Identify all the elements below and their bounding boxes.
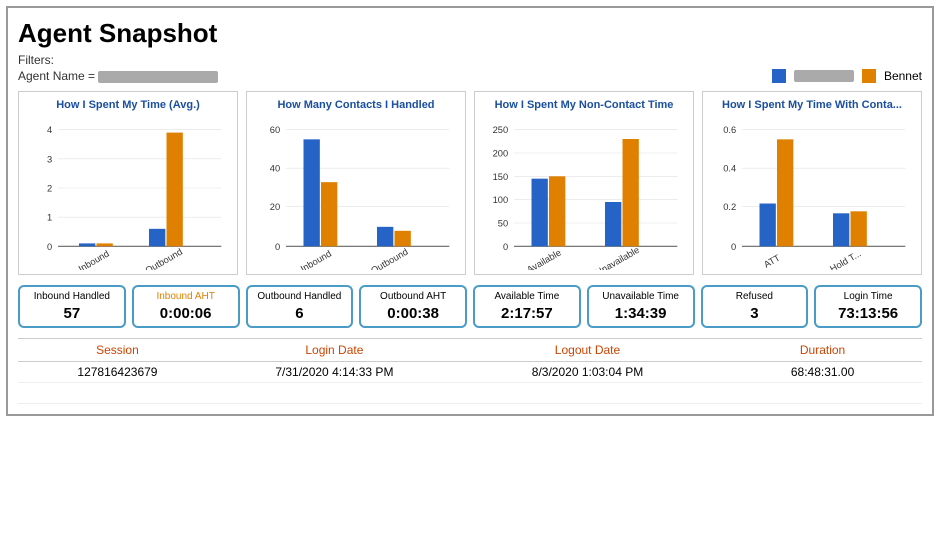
svg-text:20: 20	[270, 202, 280, 212]
stat-outbound-aht: Outbound AHT 0:00:38	[359, 285, 467, 328]
svg-text:4: 4	[47, 125, 52, 135]
stats-row: Inbound Handled 57 Inbound AHT 0:00:06 O…	[18, 285, 922, 328]
table-row	[18, 382, 922, 403]
svg-text:Available: Available	[525, 248, 563, 270]
stat-inbound-aht: Inbound AHT 0:00:06	[132, 285, 240, 328]
stat-login-time: Login Time 73:13:56	[814, 285, 922, 328]
chart-non-contact-time: How I Spent My Non-Contact Time 250 200 …	[474, 91, 694, 275]
svg-text:2: 2	[47, 184, 52, 194]
svg-text:50: 50	[498, 219, 508, 229]
stat-outbound-aht-label: Outbound AHT	[380, 291, 446, 303]
svg-text:200: 200	[493, 149, 509, 159]
svg-text:Hold T...: Hold T...	[828, 249, 862, 270]
svg-text:Outbound: Outbound	[144, 247, 184, 270]
svg-text:0: 0	[275, 242, 280, 252]
chart-time-with-contact-title: How I Spent My Time With Conta...	[707, 98, 917, 112]
charts-row: How I Spent My Time (Avg.) 4 3 2 1 0	[18, 91, 922, 275]
chart-legend: Bennet	[772, 69, 922, 83]
stat-outbound-handled: Outbound Handled 6	[246, 285, 354, 328]
chart-time-spent-svg: 4 3 2 1 0 Inbound Outbound	[23, 118, 233, 270]
svg-text:0: 0	[731, 242, 736, 252]
table-header-duration: Duration	[723, 338, 922, 361]
svg-text:0.4: 0.4	[723, 164, 736, 174]
chart-non-contact-time-title: How I Spent My Non-Contact Time	[479, 98, 689, 112]
stat-inbound-aht-value: 0:00:06	[160, 305, 212, 322]
stat-outbound-handled-label: Outbound Handled	[257, 291, 341, 303]
legend-blue-box	[772, 69, 786, 83]
filters-label: Filters:	[18, 53, 922, 67]
chart-time-spent: How I Spent My Time (Avg.) 4 3 2 1 0	[18, 91, 238, 275]
svg-text:0: 0	[503, 242, 508, 252]
stat-unavailable-time-value: 1:34:39	[615, 305, 667, 322]
svg-text:ATT: ATT	[762, 253, 782, 270]
table-header-logout-date: Logout Date	[452, 338, 723, 361]
table-cell-login-date: 7/31/2020 4:14:33 PM	[217, 361, 452, 382]
stat-outbound-aht-value: 0:00:38	[387, 305, 439, 322]
svg-text:0.2: 0.2	[723, 202, 736, 212]
stat-refused-value: 3	[750, 305, 758, 322]
stat-inbound-handled-label: Inbound Handled	[34, 291, 110, 303]
table-row: 127816423679 7/31/2020 4:14:33 PM 8/3/20…	[18, 361, 922, 382]
session-table: Session Login Date Logout Date Duration …	[18, 338, 922, 404]
table-cell-logout-date	[452, 382, 723, 403]
stat-login-time-value: 73:13:56	[838, 305, 898, 322]
svg-text:1: 1	[47, 213, 52, 223]
stat-available-time-label: Available Time	[494, 291, 559, 303]
chart-contacts-handled-title: How Many Contacts I Handled	[251, 98, 461, 112]
svg-text:250: 250	[493, 125, 509, 135]
stat-refused-label: Refused	[736, 291, 773, 303]
svg-text:150: 150	[493, 172, 509, 182]
chart-time-with-contact: How I Spent My Time With Conta... 0.6 0.…	[702, 91, 922, 275]
table-header-session: Session	[18, 338, 217, 361]
stat-available-time: Available Time 2:17:57	[473, 285, 581, 328]
agent-name-filter: Agent Name =	[18, 69, 218, 83]
svg-text:Unavailable: Unavailable	[594, 245, 641, 270]
stat-inbound-handled: Inbound Handled 57	[18, 285, 126, 328]
agent-name-redacted	[98, 71, 218, 83]
table-cell-session	[18, 382, 217, 403]
table-cell-logout-date: 8/3/2020 1:03:04 PM	[452, 361, 723, 382]
svg-text:60: 60	[270, 125, 280, 135]
svg-text:Inbound: Inbound	[299, 249, 333, 270]
chart-non-contact-time-svg: 250 200 150 100 50 0 Available Unavailab…	[479, 118, 689, 270]
table-cell-session: 127816423679	[18, 361, 217, 382]
svg-text:40: 40	[270, 164, 280, 174]
chart-time-spent-title: How I Spent My Time (Avg.)	[23, 98, 233, 112]
svg-text:0: 0	[47, 242, 52, 252]
svg-text:Outbound: Outbound	[369, 247, 409, 270]
legend-blue-label	[794, 70, 854, 82]
page-title: Agent Snapshot	[18, 18, 922, 49]
table-cell-duration: 68:48:31.00	[723, 361, 922, 382]
stat-unavailable-time-label: Unavailable Time	[602, 291, 679, 303]
svg-text:Inbound: Inbound	[77, 249, 111, 270]
chart-contacts-handled-svg: 60 40 20 0 Inbound Outbound	[251, 118, 461, 270]
stat-refused: Refused 3	[701, 285, 809, 328]
table-cell-duration	[723, 382, 922, 403]
stat-unavailable-time: Unavailable Time 1:34:39	[587, 285, 695, 328]
stat-available-time-value: 2:17:57	[501, 305, 553, 322]
table-header-login-date: Login Date	[217, 338, 452, 361]
stat-login-time-label: Login Time	[844, 291, 893, 303]
legend-orange-label: Bennet	[884, 69, 922, 83]
table-cell-login-date	[217, 382, 452, 403]
stat-outbound-handled-value: 6	[295, 305, 303, 322]
chart-contacts-handled: How Many Contacts I Handled 60 40 20 0 I…	[246, 91, 466, 275]
stat-inbound-handled-value: 57	[64, 305, 81, 322]
svg-text:100: 100	[493, 195, 509, 205]
legend-orange-box	[862, 69, 876, 83]
stat-inbound-aht-label: Inbound AHT	[156, 291, 214, 303]
svg-text:0.6: 0.6	[723, 125, 736, 135]
chart-time-with-contact-svg: 0.6 0.4 0.2 0 ATT Hold T...	[707, 118, 917, 270]
svg-text:3: 3	[47, 155, 52, 165]
